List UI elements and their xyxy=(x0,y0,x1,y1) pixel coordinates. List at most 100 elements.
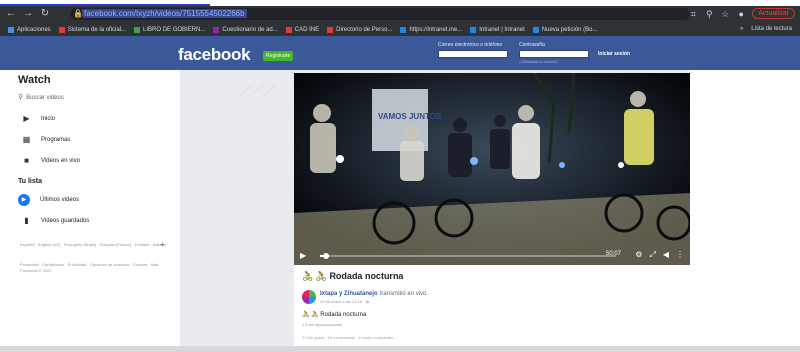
volume-icon[interactable]: ◀ xyxy=(663,250,669,260)
post-date[interactable]: 23 de enero a las 22:18 · ◍ xyxy=(320,299,369,304)
progress-bar[interactable] xyxy=(320,253,616,259)
saved-icon: ▮ xyxy=(24,216,29,225)
video-controls: ▶ 50:07 ⚙ ⤢ ◀ ⋮ xyxy=(294,247,690,265)
bookmark-icon xyxy=(285,26,292,33)
zoom-icon[interactable]: ⚲ xyxy=(704,9,714,19)
control-icons: ⚙ ⤢ ◀ ⋮ xyxy=(635,250,684,260)
globe-icon: ◍ xyxy=(365,299,370,304)
post-title-text: Rodada nocturna xyxy=(329,271,404,281)
password-field[interactable] xyxy=(519,50,589,58)
video-time: 50:07 xyxy=(606,251,622,257)
bookmark-item[interactable]: Aplicaciones xyxy=(8,26,51,33)
reload-icon[interactable]: ↻ xyxy=(39,8,51,20)
post-text-body: Rodada nocturna xyxy=(320,312,367,318)
sidebar-item-inicio[interactable]: ▶ Inicio xyxy=(22,114,55,123)
profile-icon[interactable]: ● xyxy=(736,9,746,19)
sidebar-item-label: Inicio xyxy=(41,115,56,122)
bookmark-icon xyxy=(532,26,539,33)
bookmark-item[interactable]: Cuestionario de ad... xyxy=(213,26,278,33)
bookmark-icon xyxy=(470,26,477,33)
language-links[interactable]: Español · English (US) · Português (Bras… xyxy=(20,242,170,248)
search-icon: ⚲ xyxy=(18,94,24,101)
post-date-text: 23 de enero a las 22:18 · xyxy=(320,299,365,304)
bottom-bar xyxy=(0,346,800,352)
reading-list[interactable]: Lista de lectura xyxy=(751,26,792,32)
add-language-icon[interactable]: + xyxy=(160,240,165,249)
forward-icon[interactable]: → xyxy=(22,8,34,20)
bookmark-icon xyxy=(8,26,14,33)
browser-chrome: ← → ↻ 🔒 facebook.com/Ixyzh/videos/751555… xyxy=(0,6,800,36)
settings-icon[interactable]: ⚙ xyxy=(635,250,642,260)
play-icon[interactable]: ▶ xyxy=(300,251,306,260)
bookmark-icon xyxy=(58,26,65,33)
post-views: 1.4 mil reproducciones xyxy=(302,322,343,327)
grid-icon[interactable]: ⌗ xyxy=(688,9,698,19)
bike-icon: 🚴 🚴 xyxy=(302,271,327,281)
progress-thumb[interactable] xyxy=(322,253,329,259)
password-label: Contraseña xyxy=(519,42,545,48)
sidebar-item-label: Videos en vivo xyxy=(41,157,80,164)
search-videos[interactable]: ⚲ Buscar videos xyxy=(18,93,64,101)
sidebar-item-videos-guardados[interactable]: ▮ Videos guardados xyxy=(22,216,89,225)
bookmark-item[interactable]: https://intranet.ine... xyxy=(400,26,462,33)
search-input[interactable]: Buscar videos xyxy=(26,95,64,101)
bookmark-label: Cuestionario de ad... xyxy=(222,26,278,33)
bike-icon: 🚴 🚴 xyxy=(302,312,319,318)
fullscreen-icon[interactable]: ⤢ xyxy=(649,250,655,260)
sidebar-item-videos-en-vivo[interactable]: ■ Videos en vivo xyxy=(22,156,80,165)
sidebar-item-ultimos-videos[interactable]: ▶ Últimos videos xyxy=(18,194,79,206)
url-text[interactable]: facebook.com/Ixyzh/videos/7515554502266b xyxy=(82,9,247,18)
bookmark-icon xyxy=(327,26,334,33)
footer-links[interactable]: Privacidad · Condiciones · Publicidad · … xyxy=(20,262,170,274)
bookmarks-right: » Lista de lectura xyxy=(740,26,792,32)
bookmark-icon xyxy=(400,26,407,33)
bookmark-label: Nueva petición (Bo... xyxy=(541,26,598,33)
password-block: Contraseña ¿Olvidaste tu cuenta? xyxy=(519,42,589,64)
watch-sidebar: Watch ⚲ Buscar videos ▶ Inicio ▦ Programas … xyxy=(0,70,180,352)
bookmark-item[interactable]: Nueva petición (Bo... xyxy=(532,26,598,33)
home-icon: ▶ xyxy=(23,114,30,123)
page-name-link[interactable]: Ixtapa y Zihuatanejo xyxy=(320,291,378,297)
browser-right-icons: ⌗ ⚲ ☆ ● Actualizar xyxy=(688,8,795,19)
address-row: ← → ↻ 🔒 facebook.com/Ixyzh/videos/751555… xyxy=(0,6,800,22)
avatar[interactable] xyxy=(302,290,316,304)
sidebar-item-label: Últimos videos xyxy=(40,197,80,203)
login-button[interactable]: Iniciar sesión xyxy=(598,51,630,57)
bookmark-icon xyxy=(134,26,141,33)
register-button[interactable]: Registrarte xyxy=(263,51,294,61)
facebook-logo[interactable]: facebook xyxy=(178,45,251,65)
post-stats: 27 Me gusta · 15 comentarios · 8 veces c… xyxy=(302,335,394,340)
bookmark-item[interactable]: Intranet | Intranet xyxy=(470,26,525,33)
bookmark-label: Directorio de Perso... xyxy=(336,26,393,33)
bookmark-label: Sistema de la oficial... xyxy=(67,26,127,33)
page-action: transmitió en vivo. xyxy=(379,291,429,297)
page-name-line: Ixtapa y Zihuatanejo transmitió en vivo. xyxy=(320,291,428,297)
post-title: 🚴 🚴 Rodada nocturna xyxy=(302,271,403,282)
bookmark-item[interactable]: Directorio de Perso... xyxy=(327,26,393,33)
more-bookmarks-icon[interactable]: » xyxy=(740,26,743,32)
more-icon[interactable]: ⋮ xyxy=(676,250,684,260)
watch-title: Watch xyxy=(18,74,51,86)
address-bar[interactable]: 🔒 facebook.com/Ixyzh/videos/751555450226… xyxy=(70,8,690,20)
banner-text: VAMOS JUNTOS xyxy=(378,112,442,121)
list-title: Tu lista xyxy=(18,178,42,185)
bookmark-label: Intranet | Intranet xyxy=(479,26,525,33)
post-text: 🚴 🚴 Rodada nocturna xyxy=(302,311,366,318)
sidebar-item-programas[interactable]: ▦ Programas xyxy=(22,135,71,144)
live-icon: ■ xyxy=(24,156,29,165)
bookmark-label: LIBRO DE GOBIERN... xyxy=(143,26,206,33)
bookmark-item[interactable]: Sistema de la oficial... xyxy=(58,26,127,33)
bookmark-item[interactable]: CAD INE xyxy=(285,26,319,33)
bookmark-icon xyxy=(213,26,220,33)
play-circle-icon: ▶ xyxy=(18,194,30,206)
sidebar-item-label: Videos guardados xyxy=(41,217,90,224)
sidebar-item-label: Programas xyxy=(41,136,71,143)
email-label: Correo electrónico o teléfono xyxy=(438,42,503,48)
update-button[interactable]: Actualizar xyxy=(752,8,795,19)
video-player[interactable]: VAMOS JUNTOS ▶ 50:07 ⚙ ⤢ ◀ ⋮ xyxy=(294,73,690,265)
forgot-account-link[interactable]: ¿Olvidaste tu cuenta? xyxy=(519,59,589,64)
email-field[interactable] xyxy=(438,50,508,58)
back-icon[interactable]: ← xyxy=(5,8,17,20)
star-icon[interactable]: ☆ xyxy=(720,9,730,19)
bookmark-item[interactable]: LIBRO DE GOBIERN... xyxy=(134,26,206,33)
